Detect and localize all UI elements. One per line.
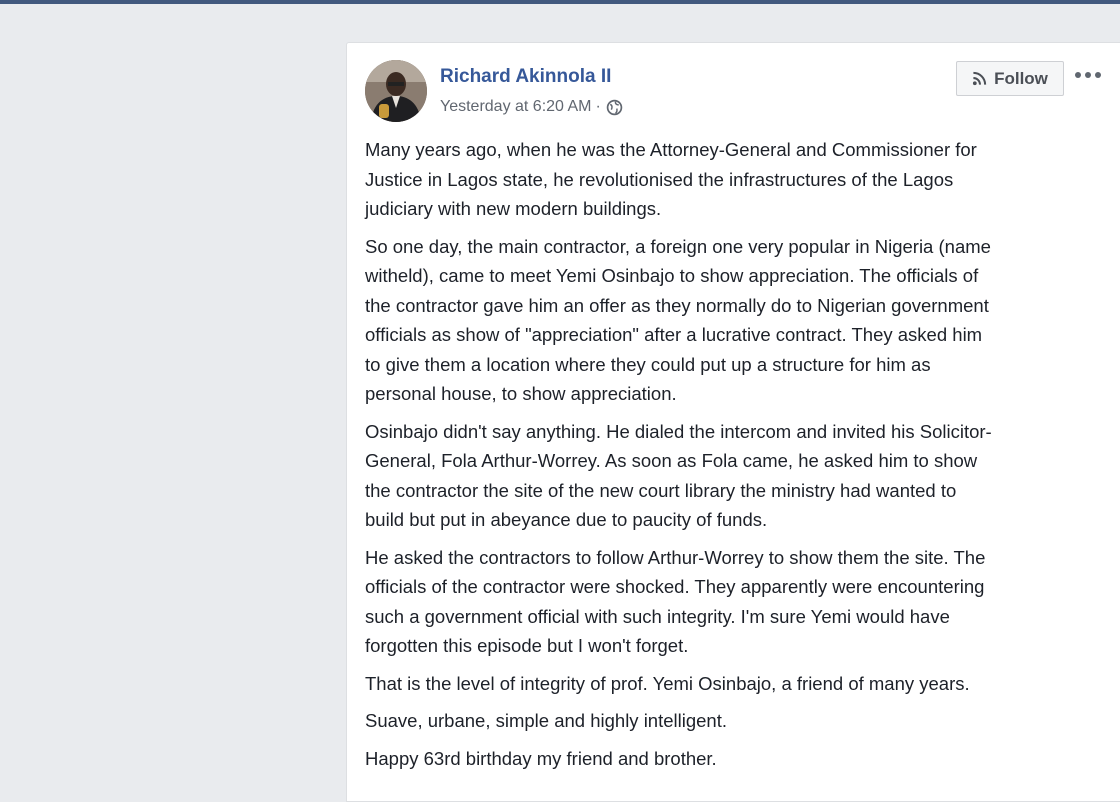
post-text-line: General, Fola Arthur-Worrey. As soon as … xyxy=(365,450,978,471)
post-text-line: Many years ago, when he was the Attorney… xyxy=(365,139,977,160)
more-options-icon[interactable] xyxy=(1071,65,1105,85)
post-text-line: Happy 63rd birthday my friend and brothe… xyxy=(365,747,717,769)
post-text-line: officials as show of "appreciation" afte… xyxy=(365,324,983,345)
post-text-line: build but put in abeyance due to paucity… xyxy=(365,509,768,530)
meta-separator: · xyxy=(595,98,601,115)
post-paragraph: He asked the contractors to follow Arthu… xyxy=(365,543,1105,661)
post-card: Richard Akinnola II Yesterday at 6:20 AM… xyxy=(346,42,1120,802)
follow-button[interactable]: Follow xyxy=(956,61,1064,96)
post-paragraph: Suave, urbane, simple and highly intelli… xyxy=(365,706,1105,736)
post-body: Many years ago, when he was the Attorney… xyxy=(365,135,1105,781)
post-text-line: to give them a location where they could… xyxy=(365,353,931,375)
post-text-line: Justice in Lagos state, he revolutionise… xyxy=(365,168,954,190)
follow-label: Follow xyxy=(994,68,1048,88)
post-text-line: That is the level of integrity of prof. … xyxy=(365,672,970,694)
post-text-line: So one day, the main contractor, a forei… xyxy=(365,235,991,257)
post-text-line: the contractor gave him an offer as they… xyxy=(365,294,989,316)
post-paragraph: That is the level of integrity of prof. … xyxy=(365,669,1105,699)
post-text-line: the contractor the site of the new court… xyxy=(365,479,957,501)
rss-icon xyxy=(972,71,987,86)
post-text-line: personal house, to show appreciation. xyxy=(365,383,677,404)
post-text-line: judiciary with new modern buildings. xyxy=(365,198,662,219)
top-navigation-bar xyxy=(0,0,1120,4)
post-text-line: forgotten this episode but I won't forge… xyxy=(365,635,689,656)
post-paragraph: Osinbajo didn't say anything. He dialed … xyxy=(365,417,1105,535)
post-text-line: He asked the contractors to follow Arthu… xyxy=(365,546,986,568)
globe-icon[interactable] xyxy=(606,98,624,116)
post-paragraph: Happy 63rd birthday my friend and brothe… xyxy=(365,744,1105,774)
post-text-line: witheld), came to meet Yemi Osinbajo to … xyxy=(365,265,979,286)
post-paragraph: So one day, the main contractor, a forei… xyxy=(365,232,1105,409)
post-meta: Yesterday at 6:20 AM · xyxy=(440,96,624,118)
avatar[interactable] xyxy=(365,60,427,122)
post-paragraph: Many years ago, when he was the Attorney… xyxy=(365,135,1105,224)
post-text-line: Osinbajo didn't say anything. He dialed … xyxy=(365,420,992,442)
post-text-line: officials of the contractor were shocked… xyxy=(365,576,985,597)
author-name[interactable]: Richard Akinnola II xyxy=(440,66,611,88)
post-text-line: such a government official with such int… xyxy=(365,605,950,627)
post-text-line: Suave, urbane, simple and highly intelli… xyxy=(365,710,728,731)
post-timestamp[interactable]: Yesterday at 6:20 AM xyxy=(440,98,592,116)
